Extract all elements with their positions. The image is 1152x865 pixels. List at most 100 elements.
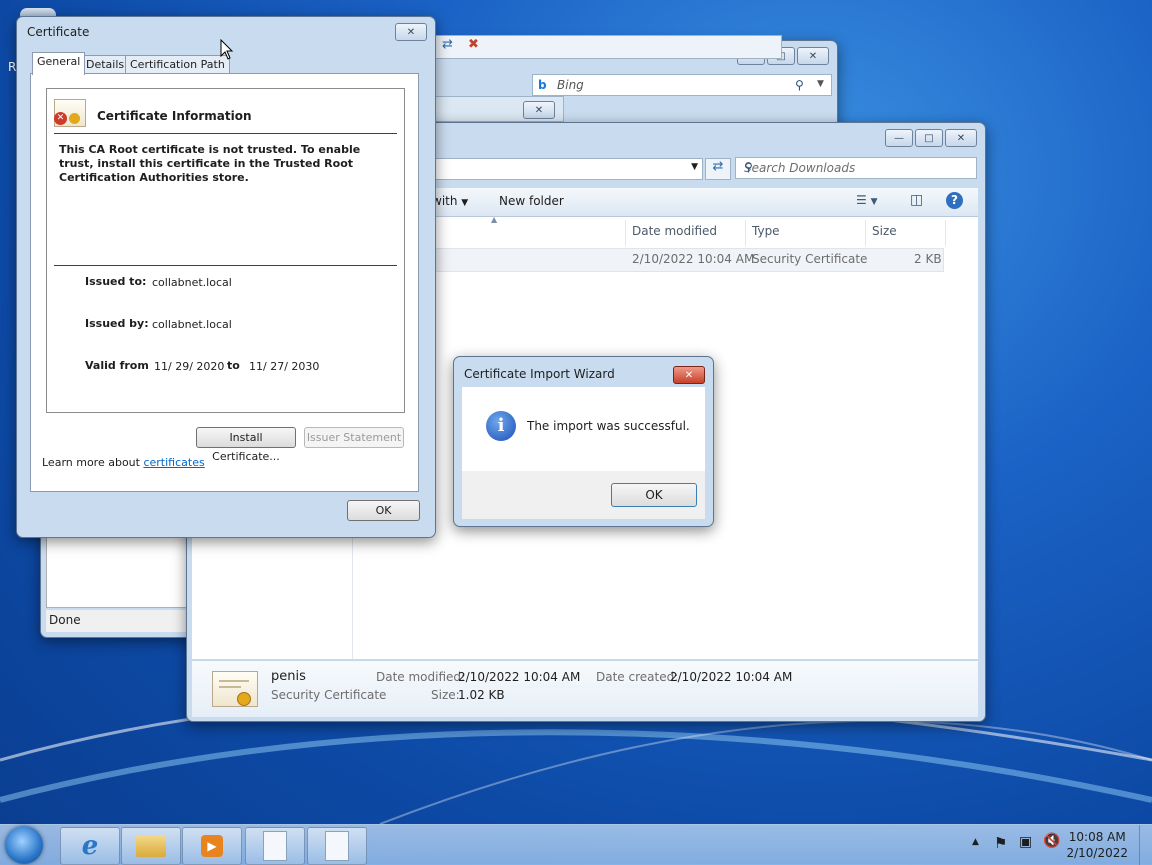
file-size: 2 KB (914, 252, 942, 266)
certificate-info-heading: Certificate Information (97, 109, 252, 123)
internet-explorer-taskbar-button[interactable]: e (60, 827, 120, 865)
inner-tab-strip: ✕ (434, 96, 564, 122)
details-file-name: penis (271, 669, 306, 684)
system-clock[interactable]: 10:08 AM 2/10/2022 (1066, 829, 1128, 861)
refresh-icon[interactable]: ⇄ (705, 158, 731, 180)
install-certificate-button[interactable]: Install Certificate... (196, 427, 296, 463)
wizard-ok-button[interactable]: OK (611, 483, 697, 507)
folder-icon (136, 835, 166, 857)
wizard-title: Certificate Import Wizard (464, 367, 615, 381)
refresh-icon[interactable]: ⇄ (442, 37, 453, 52)
divider (54, 265, 397, 266)
issued-to-label: Issued to: (85, 275, 147, 288)
column-header-size[interactable]: Size (872, 224, 897, 238)
volume-muted-icon[interactable]: 🔇 (1043, 833, 1060, 849)
column-divider (945, 220, 946, 246)
size-label: Size: (431, 688, 460, 702)
media-player-icon: ▶ (201, 835, 223, 857)
chevron-down-icon: ▼ (461, 198, 469, 208)
stop-icon[interactable]: ✖ (468, 37, 479, 52)
certificate-info-box: ✕ Certificate Information This CA Root c… (46, 88, 405, 413)
wizard-message-area: i The import was successful. (462, 387, 705, 471)
issuer-statement-button[interactable]: Issuer Statement (304, 427, 404, 448)
status-text: Done (49, 613, 81, 627)
date-created-label: Date created: (596, 670, 679, 684)
close-icon[interactable]: ✕ (945, 129, 977, 147)
view-options-icon[interactable]: ☰ ▼ (856, 193, 878, 207)
open-with-button[interactable]: with ▼ (432, 194, 468, 208)
window-taskbar-button[interactable] (245, 827, 305, 865)
bing-search-field[interactable]: b Bing ⚲ ▼ (532, 74, 832, 96)
valid-to-value: 11/ 27/ 2030 (249, 360, 320, 373)
valid-from-label: Valid from (85, 359, 149, 372)
divider (54, 133, 397, 134)
preview-pane-icon[interactable]: ◫ (910, 192, 923, 208)
dialog-title: Certificate (27, 25, 90, 39)
size-value: 1.02 KB (458, 688, 505, 702)
date-created-value: 2/10/2022 10:04 AM (670, 670, 793, 684)
status-bar: Done (46, 610, 186, 632)
tab-certification-path[interactable]: Certification Path (125, 55, 230, 74)
tab-general[interactable]: General (32, 52, 86, 75)
tab-details[interactable]: Details (81, 55, 130, 74)
column-divider (625, 220, 626, 246)
file-type: Security Certificate (752, 252, 868, 266)
chevron-down-icon[interactable]: ▼ (817, 79, 824, 89)
close-icon[interactable]: ✕ (797, 47, 829, 65)
minimize-icon[interactable]: — (885, 129, 913, 147)
file-date: 2/10/2022 10:04 AM (632, 252, 755, 266)
ok-button[interactable]: OK (347, 500, 420, 521)
close-icon[interactable]: ✕ (673, 366, 705, 384)
close-tab-icon[interactable]: ✕ (523, 101, 555, 119)
search-icon[interactable]: ⚲ (744, 160, 972, 174)
certificate-error-icon: ✕ (54, 99, 86, 127)
date-modified-value: 2/10/2022 10:04 AM (458, 670, 581, 684)
network-icon[interactable]: ▣ (1019, 834, 1032, 850)
wizard-footer: OK (462, 471, 705, 519)
back-window-content (46, 536, 188, 608)
help-icon[interactable]: ? (946, 192, 963, 209)
document-icon (263, 831, 287, 861)
search-icon[interactable]: ⚲ (795, 78, 804, 92)
show-desktop-button[interactable] (1139, 825, 1152, 865)
close-icon[interactable]: ✕ (395, 23, 427, 41)
bing-placeholder: Bing (557, 78, 584, 92)
issued-by-label: Issued by: (85, 317, 149, 330)
search-downloads-input[interactable]: Search Downloads ⚲ (735, 157, 977, 179)
information-icon: i (486, 411, 516, 441)
wizard-caption-buttons: ✕ (673, 366, 705, 384)
window-taskbar-button[interactable] (307, 827, 367, 865)
issued-to-value: collabnet.local (152, 276, 232, 289)
learn-more-label: Learn more about (42, 456, 140, 469)
sort-arrow-icon: ▲ (491, 215, 498, 224)
start-button-icon[interactable] (5, 826, 43, 864)
trust-warning-text: This CA Root certificate is not trusted.… (59, 143, 361, 184)
new-folder-button[interactable]: New folder (499, 194, 564, 208)
chevron-down-icon[interactable]: ▼ (691, 162, 698, 172)
wizard-message: The import was successful. (527, 419, 690, 433)
column-header-date[interactable]: Date modified (632, 224, 717, 238)
explorer-taskbar-button[interactable] (121, 827, 181, 865)
details-file-type: Security Certificate (271, 688, 387, 702)
column-divider (745, 220, 746, 246)
clock-time: 10:08 AM (1068, 830, 1126, 844)
browser-toolbar: ▼ ▦ ⇄ ✖ (395, 35, 782, 59)
internet-explorer-icon: e (81, 831, 99, 861)
explorer-caption-buttons: — □ ✕ (885, 129, 977, 147)
learn-more-text: Learn more about certificates (42, 456, 205, 469)
certificates-link[interactable]: certificates (143, 456, 204, 469)
action-center-flag-icon[interactable]: ⚑ (994, 834, 1007, 852)
media-player-taskbar-button[interactable]: ▶ (182, 827, 242, 865)
maximize-icon[interactable]: □ (915, 129, 943, 147)
column-header-type[interactable]: Type (752, 224, 780, 238)
details-pane: penis Security Certificate Date modified… (192, 660, 978, 717)
show-hidden-icons-icon[interactable]: ▲ (972, 837, 979, 847)
taskbar: e ▶ ▲ ⚑ ▣ 🔇 10:08 AM 2/10/2022 (0, 824, 1152, 865)
cert-caption-buttons: ✕ (395, 23, 427, 41)
date-modified-label: Date modified: (376, 670, 466, 684)
valid-to-label: to (227, 359, 240, 372)
column-divider (865, 220, 866, 246)
certificate-import-wizard-dialog[interactable]: Certificate Import Wizard ✕ i The import… (453, 356, 714, 527)
clock-date: 2/10/2022 (1066, 846, 1128, 860)
bing-logo-icon: b (538, 78, 547, 92)
